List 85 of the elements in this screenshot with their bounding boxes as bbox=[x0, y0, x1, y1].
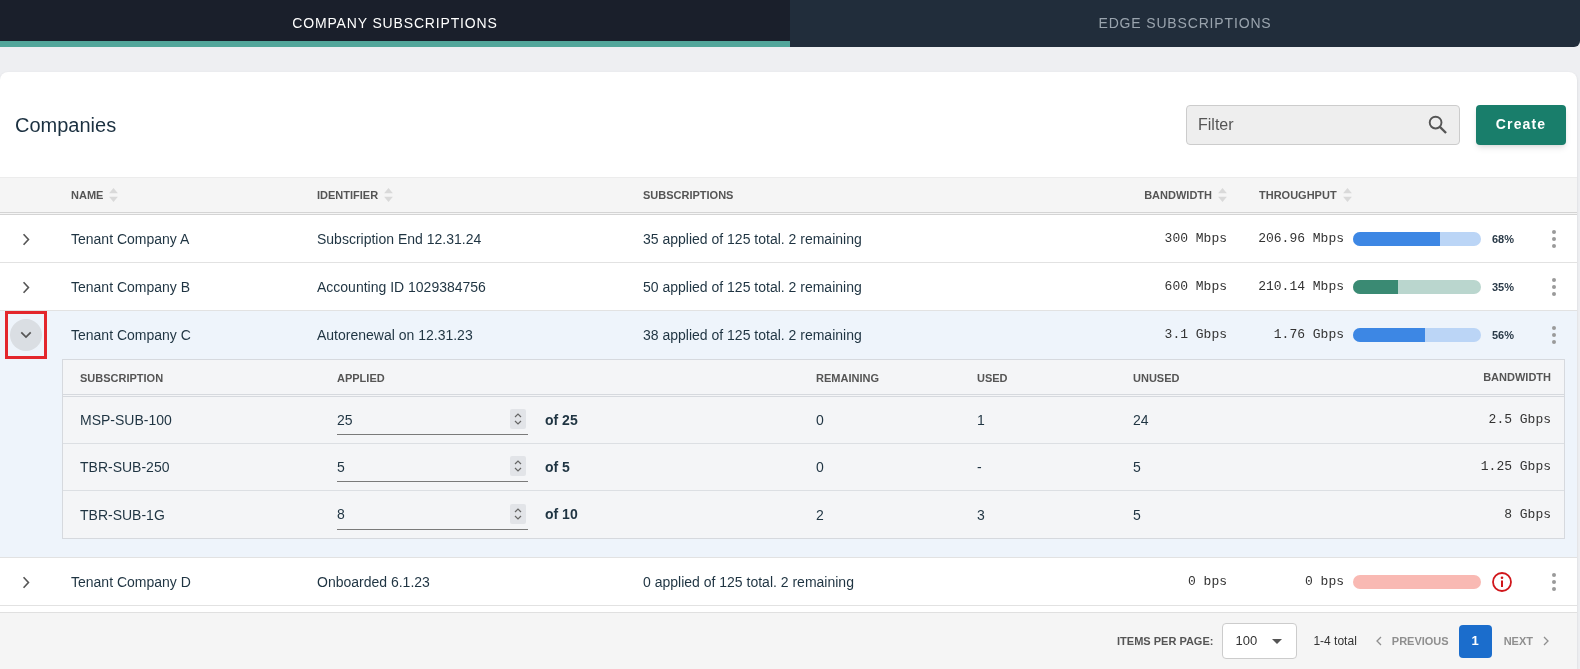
company-name: Tenant Company D bbox=[71, 572, 192, 592]
page-button[interactable]: 1 bbox=[1458, 624, 1492, 658]
bandwidth-value: 8 Gbps bbox=[1504, 505, 1551, 524]
throughput-value: 206.96 Mbps bbox=[1258, 230, 1344, 249]
company-name: Tenant Company A bbox=[71, 229, 191, 249]
used-value: - bbox=[977, 459, 982, 475]
total-label: of 5 bbox=[545, 457, 570, 477]
percent-text: 35% bbox=[1492, 279, 1515, 295]
row-menu-button[interactable] bbox=[1552, 326, 1556, 344]
company-name: Tenant Company C bbox=[71, 325, 192, 345]
column-header: BANDWIDTH bbox=[1483, 369, 1551, 385]
column-header[interactable]: THROUGHPUT bbox=[1259, 186, 1337, 204]
throughput-value: 1.76 Gbps bbox=[1273, 326, 1344, 345]
column-header: SUBSCRIPTION bbox=[80, 372, 164, 384]
search-icon[interactable] bbox=[1428, 114, 1447, 134]
page-title: Companies bbox=[15, 112, 117, 138]
identifier-text: Autorenewal on 12.31.23 bbox=[317, 325, 474, 345]
filter-field[interactable]: Filter bbox=[1186, 104, 1460, 145]
remaining-value: 0 bbox=[816, 412, 824, 428]
chevron-right-icon bbox=[22, 280, 30, 294]
column-header: UNUSED bbox=[1133, 372, 1180, 384]
expand-button[interactable] bbox=[22, 280, 30, 294]
expand-button[interactable] bbox=[22, 232, 30, 246]
identifier-text: Subscription End 12.31.24 bbox=[317, 229, 483, 249]
unused-value: 5 bbox=[1133, 506, 1141, 523]
bandwidth-value: 300 Mbps bbox=[1164, 230, 1227, 249]
stepper-icon[interactable] bbox=[510, 456, 526, 476]
vertical-dots-icon bbox=[1552, 573, 1556, 591]
total-label: of 10 bbox=[545, 505, 578, 524]
bandwidth-value: 0 bps bbox=[1188, 573, 1227, 592]
bandwidth-value: 3.1 Gbps bbox=[1164, 326, 1227, 345]
percent-text: 56% bbox=[1492, 327, 1515, 343]
stepper-icon[interactable] bbox=[510, 409, 526, 429]
items-per-page-label: ITEMS PER PAGE: bbox=[1117, 633, 1214, 649]
column-header[interactable]: NAME bbox=[71, 186, 104, 204]
page-size-dropdown[interactable]: 100 bbox=[1222, 623, 1298, 659]
chevron-right-icon bbox=[22, 575, 30, 589]
info-icon[interactable] bbox=[1492, 572, 1512, 592]
bandwidth-value: 1.25 Gbps bbox=[1480, 458, 1551, 477]
identifier-text: Onboarded 6.1.23 bbox=[317, 572, 431, 592]
chevron-right-icon bbox=[1543, 636, 1549, 646]
range-text: 1-4 total bbox=[1313, 633, 1357, 650]
throughput-value: 210.14 Mbps bbox=[1258, 278, 1344, 297]
unused-value: 5 bbox=[1133, 459, 1141, 475]
vertical-dots-icon bbox=[1552, 326, 1556, 344]
remaining-value: 0 bbox=[816, 459, 824, 475]
chevron-down-icon bbox=[20, 331, 32, 339]
subscription-name: TBR-SUB-250 bbox=[80, 459, 170, 475]
throughput-value: 0 bps bbox=[1305, 573, 1344, 592]
used-value: 1 bbox=[977, 412, 985, 428]
subscription-name: MSP-SUB-100 bbox=[80, 412, 172, 428]
row-menu-button[interactable] bbox=[1552, 278, 1556, 296]
chevron-left-icon bbox=[1375, 636, 1382, 646]
identifier-text: Accounting ID 1029384756 bbox=[317, 277, 487, 297]
subscriptions-summary: 50 applied of 125 total. 2 remaining bbox=[643, 277, 863, 297]
expand-button[interactable] bbox=[22, 575, 30, 589]
expand-button[interactable] bbox=[10, 319, 42, 351]
create-button[interactable]: Create bbox=[1476, 104, 1566, 145]
company-name: Tenant Company B bbox=[71, 277, 192, 297]
row-menu-button[interactable] bbox=[1552, 230, 1556, 248]
chevron-right-icon bbox=[22, 232, 30, 246]
bandwidth-value: 2.5 Gbps bbox=[1488, 411, 1551, 430]
subscriptions-summary: 38 applied of 125 total. 2 remaining bbox=[643, 325, 863, 345]
tab[interactable]: COMPANY SUBSCRIPTIONS bbox=[0, 0, 790, 47]
column-header[interactable]: BANDWIDTH bbox=[1144, 186, 1212, 204]
total-label: of 25 bbox=[545, 410, 578, 430]
column-header: USED bbox=[977, 372, 1008, 384]
column-header: APPLIED bbox=[337, 372, 385, 384]
percent-text: 68% bbox=[1492, 231, 1515, 247]
column-header: SUBSCRIPTIONS bbox=[643, 187, 734, 203]
vertical-dots-icon bbox=[1552, 230, 1556, 248]
tab[interactable]: EDGE SUBSCRIPTIONS bbox=[790, 0, 1580, 47]
used-value: 3 bbox=[977, 506, 985, 523]
subscription-name: TBR-SUB-1G bbox=[80, 506, 165, 523]
remaining-value: 2 bbox=[816, 506, 824, 523]
unused-value: 24 bbox=[1133, 412, 1149, 428]
caret-down-icon bbox=[1272, 638, 1283, 644]
vertical-dots-icon bbox=[1552, 278, 1556, 296]
subscriptions-summary: 0 applied of 125 total. 2 remaining bbox=[643, 572, 855, 592]
column-header[interactable]: IDENTIFIER bbox=[317, 186, 379, 204]
column-header: REMAINING bbox=[816, 372, 879, 384]
stepper-icon[interactable] bbox=[510, 503, 526, 524]
row-menu-button[interactable] bbox=[1552, 573, 1556, 591]
bandwidth-value: 600 Mbps bbox=[1164, 278, 1227, 297]
subscriptions-summary: 35 applied of 125 total. 2 remaining bbox=[643, 229, 863, 249]
